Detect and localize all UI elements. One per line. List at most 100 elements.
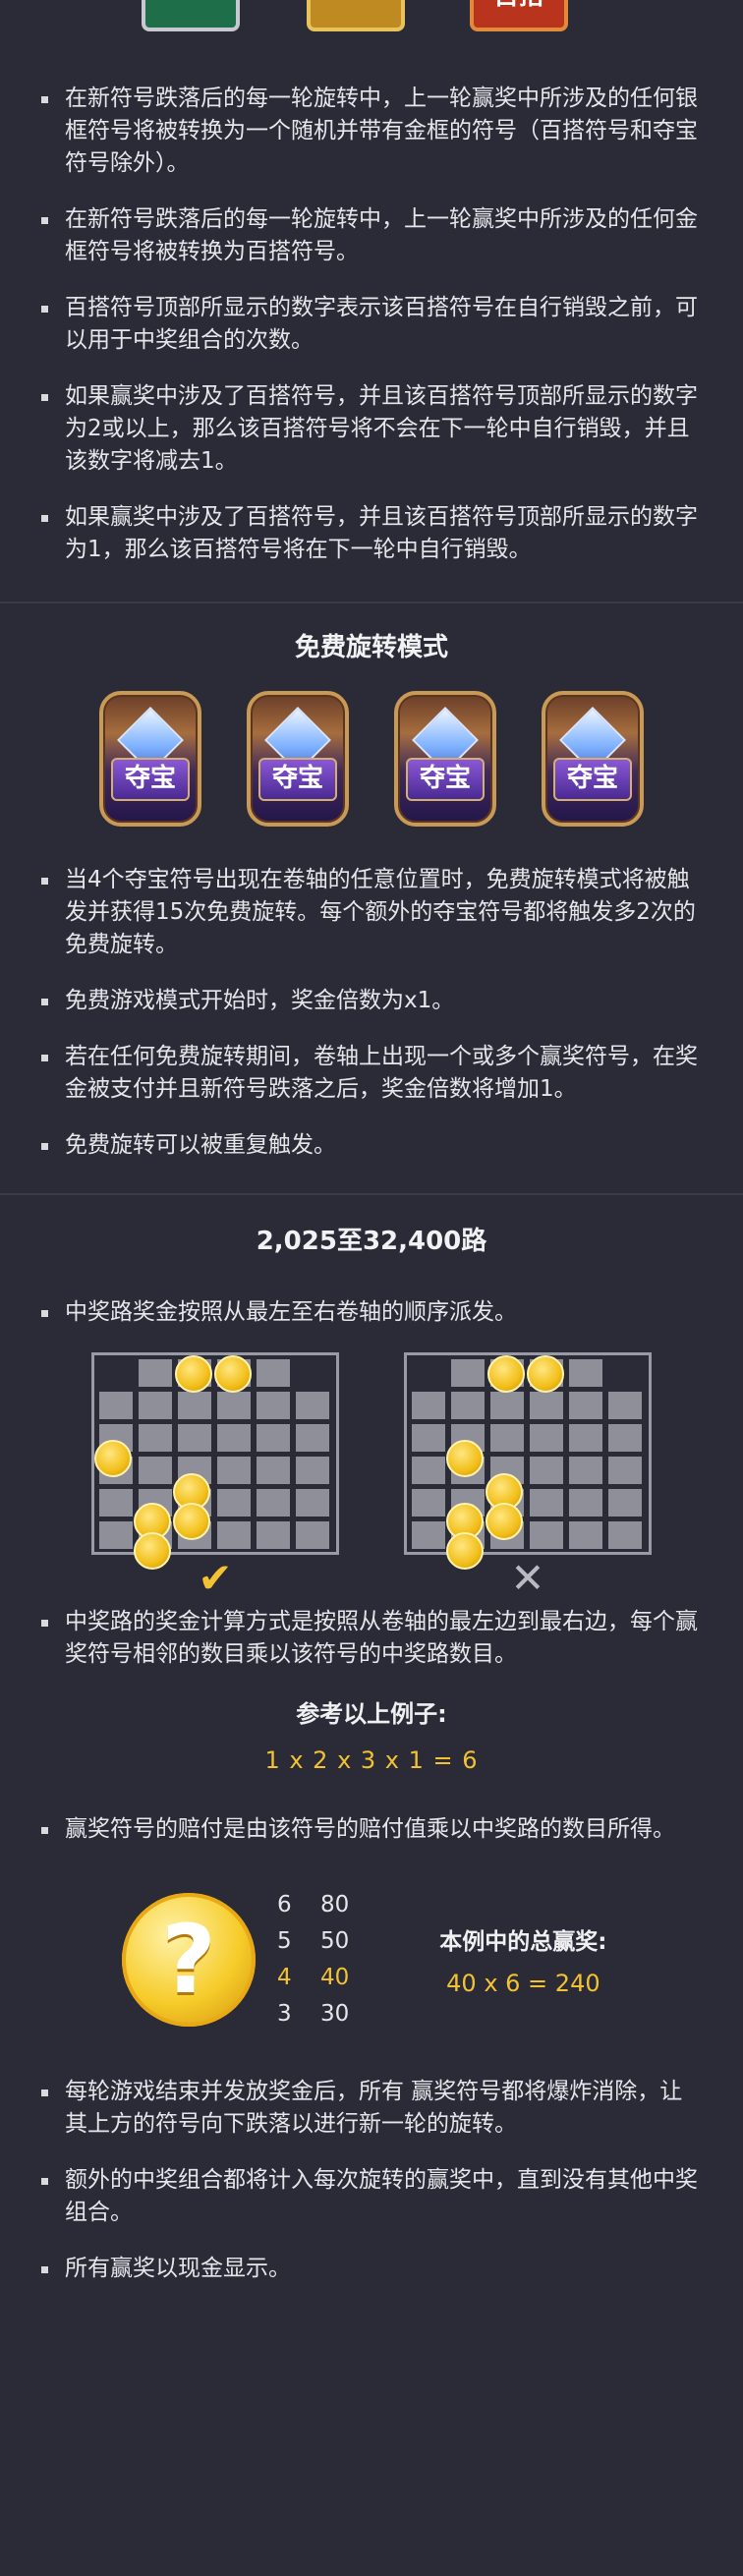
example-label: 参考以上例子: [296, 1700, 447, 1728]
win-coin-icon [134, 1532, 171, 1570]
reel-cell [99, 1489, 133, 1517]
win-coin-icon [446, 1532, 484, 1570]
win-coin-icon [94, 1440, 132, 1477]
ways-example: 参考以上例子: 1 x 2 x 3 x 1 = 6 [0, 1694, 743, 1774]
reel-cell [412, 1489, 445, 1517]
scatter-label: 夺宝 [258, 758, 337, 801]
paytable-row: 3 30 [277, 1996, 349, 2032]
reel-cell [530, 1457, 563, 1484]
win-coin-icon [486, 1503, 523, 1540]
reel-cell [451, 1392, 485, 1419]
mystery-coin-icon: ? [122, 1893, 256, 2027]
reel-cell [257, 1489, 290, 1517]
reel-cell [608, 1489, 642, 1517]
win-coin-icon [214, 1355, 252, 1393]
scatter-symbol-row: 夺宝 夺宝 夺宝 夺宝 [0, 691, 743, 827]
list-item: 如果赢奖中涉及了百搭符号，并且该百搭符号顶部所显示的数字为1，那么该百搭符号将在… [41, 501, 700, 566]
list-item: 免费旋转可以被重复触发。 [41, 1129, 700, 1162]
list-item: 百搭符号顶部所显示的数字表示该百搭符号在自行销毁之前，可以用于中奖组合的次数。 [41, 292, 700, 357]
reel-cell [490, 1392, 524, 1419]
reel-cell [608, 1424, 642, 1452]
list-item: 中奖路奖金按照从最左至右卷轴的顺序派发。 [41, 1296, 700, 1329]
gold-symbol-icon [307, 0, 405, 31]
cross-icon: ✕ [510, 1554, 545, 1602]
reel-cell [569, 1489, 602, 1517]
list-item: 在新符号跌落后的每一轮旋转中，上一轮赢奖中所涉及的任何银框符号将被转换为一个随机… [41, 83, 700, 180]
reel-cell [296, 1392, 329, 1419]
list-item: 每轮游戏结束并发放奖金后，所有 赢奖符号都将爆炸消除，让其上方的符号向下跌落以进… [41, 2076, 700, 2141]
reel-cell [99, 1392, 133, 1419]
ways-example-grids: ✔ ✕ [0, 1352, 743, 1600]
reel-cell [257, 1424, 290, 1452]
paytable-row-highlight: 4 40 [277, 1960, 349, 1996]
reel-cell [217, 1489, 251, 1517]
win-coin-icon [527, 1355, 564, 1393]
section-wild-rules: 在新符号跌落后的每一轮旋转中，上一轮赢奖中所涉及的任何银框符号将被转换为一个随机… [0, 39, 743, 603]
free-spins-title: 免费旋转模式 [294, 633, 448, 662]
payout-example: ? 6 80 5 50 4 40 3 30 本例中的总赢奖: 40 x 6 = 240 [0, 1887, 743, 2032]
reel-cell [217, 1521, 251, 1549]
paytable-row: 5 50 [277, 1923, 349, 1960]
reel-cell [257, 1521, 290, 1549]
reel-cell [296, 1457, 329, 1484]
green-symbol-icon [142, 0, 240, 31]
free-spins-list: 当4个夺宝符号出现在卷轴的任意位置时，免费旋转模式将被触发并获得15次免费旋转。… [0, 864, 743, 1162]
list-item: 在新符号跌落后的每一轮旋转中，上一轮赢奖中所涉及的任何金框符号将被转换为百搭符号… [41, 203, 700, 268]
reel-cell [569, 1392, 602, 1419]
top-symbol-row: 百搭 [0, 0, 743, 39]
paytable-value: 80 [320, 1892, 350, 1918]
reel-cell [257, 1359, 290, 1387]
reel-cell [139, 1457, 172, 1484]
check-icon: ✔ [198, 1554, 233, 1602]
reel-cell [217, 1457, 251, 1484]
list-item: 中奖路的奖金计算方式是按照从卷轴的最左边到最右边，每个赢奖符号相邻的数目乘以该符… [41, 1606, 700, 1671]
reel-cell [530, 1424, 563, 1452]
section-free-spins: 免费旋转模式 夺宝 夺宝 夺宝 夺宝 当4个夺宝符号出现在卷轴的任意位置时，免费… [0, 603, 743, 1195]
reel-cell [569, 1359, 602, 1387]
reel-cell [139, 1359, 172, 1387]
paytable-count: 3 [277, 2001, 292, 2027]
reel-grid [404, 1352, 652, 1570]
list-item: 当4个夺宝符号出现在卷轴的任意位置时，免费旋转模式将被触发并获得15次免费旋转。… [41, 864, 700, 961]
list-item: 如果赢奖中涉及了百搭符号，并且该百搭符号顶部所显示的数字为2或以上，那么该百搭符… [41, 380, 700, 478]
reel-cell [217, 1392, 251, 1419]
reel-cell [178, 1392, 211, 1419]
scatter-label: 夺宝 [553, 758, 632, 801]
reel-cell [490, 1424, 524, 1452]
reel-cell [412, 1521, 445, 1549]
example-equation: 1 x 2 x 3 x 1 = 6 [264, 1746, 479, 1774]
wild-symbol-label: 百搭 [493, 0, 544, 11]
list-item: 所有赢奖以现金显示。 [41, 2253, 700, 2285]
reel-cell [257, 1392, 290, 1419]
invalid-ways-example: ✕ [404, 1352, 652, 1600]
paytable: 6 80 5 50 4 40 3 30 [277, 1887, 349, 2032]
list-item: 赢奖符号的赔付是由该符号的赔付值乘以中奖路的数目所得。 [41, 1813, 700, 1846]
reel-cell [530, 1392, 563, 1419]
ways-title: 2,025至32,400路 [256, 1227, 487, 1256]
list-item: 免费游戏模式开始时，奖金倍数为x1。 [41, 985, 700, 1017]
reel-cell [569, 1457, 602, 1484]
reel-cell [569, 1521, 602, 1549]
reel-cell [412, 1392, 445, 1419]
reel-cell [178, 1424, 211, 1452]
reel-cell [569, 1424, 602, 1452]
win-coin-icon [487, 1355, 525, 1393]
reel-cell [412, 1424, 445, 1452]
total-win-label: 本例中的总赢奖: [439, 1929, 607, 1955]
paytable-value: 30 [320, 2001, 350, 2027]
paytable-value: 40 [320, 1965, 350, 1990]
reel-cell [296, 1521, 329, 1549]
rules-page: 百搭 在新符号跌落后的每一轮旋转中，上一轮赢奖中所涉及的任何银框符号将被转换为一… [0, 0, 743, 2285]
scatter-symbol-icon: 夺宝 [542, 691, 644, 827]
ways-list-3: 赢奖符号的赔付是由该符号的赔付值乘以中奖路的数目所得。 [0, 1813, 743, 1846]
reel-cell [139, 1392, 172, 1419]
reel-cell [217, 1424, 251, 1452]
win-coin-icon [175, 1355, 212, 1393]
reel-cell [608, 1521, 642, 1549]
list-item: 若在任何免费旋转期间，卷轴上出现一个或多个赢奖符号，在奖金被支付并且新符号跌落之… [41, 1041, 700, 1106]
paytable-count: 4 [277, 1965, 292, 1990]
reel-cell [296, 1489, 329, 1517]
reel-grid [91, 1352, 339, 1570]
scatter-label: 夺宝 [406, 758, 485, 801]
scatter-symbol-icon: 夺宝 [99, 691, 201, 827]
